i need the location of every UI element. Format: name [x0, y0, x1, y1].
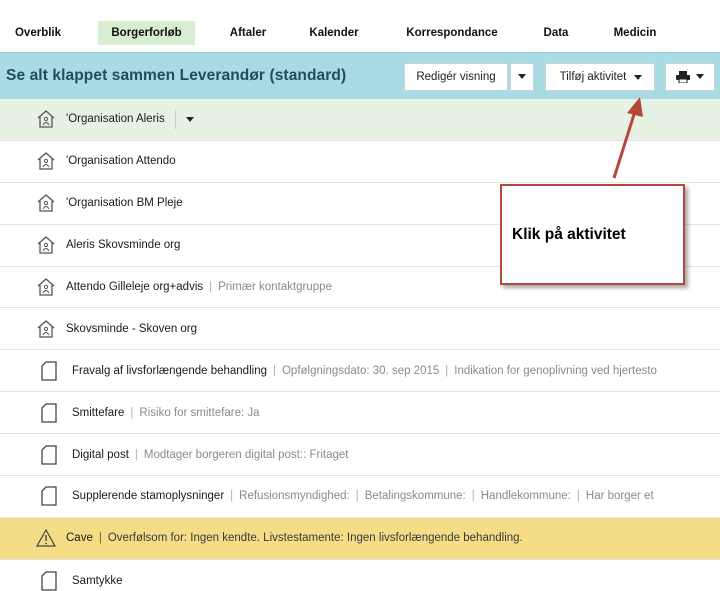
row-dropdown-button[interactable] — [174, 109, 194, 130]
list-item-meta: Betalingskommune: — [364, 490, 466, 503]
list-item[interactable]: 'Organisation Attendo — [0, 141, 720, 183]
list-item-title: 'Organisation Attendo — [66, 155, 176, 168]
house-icon — [35, 108, 57, 130]
warning-icon — [35, 527, 57, 549]
list-item[interactable]: Cave | Overfølsom for: Ingen kendte. Liv… — [0, 517, 720, 560]
house-icon — [35, 318, 57, 340]
tab-data[interactable]: Data — [535, 21, 577, 45]
list-item[interactable]: Samtykke — [0, 560, 720, 591]
list-item-meta: Primær kontaktgruppe — [218, 281, 332, 293]
document-icon — [38, 570, 60, 591]
edit-view-button[interactable]: Redigér visning — [404, 63, 508, 91]
list-item-title: Attendo Gilleleje org+advis — [66, 281, 204, 293]
list-item-title: Aleris Skovsminde org — [66, 239, 181, 252]
list-item-title: Supplerende stamoplysninger — [72, 490, 225, 503]
chevron-down-icon — [518, 74, 526, 80]
separator: | — [576, 490, 580, 503]
list-item-title: Cave — [66, 532, 93, 545]
list-item-meta: Overfølsom for: Ingen kendte. Livstestam… — [107, 532, 523, 545]
list-item-meta: Handlekommune: — [480, 490, 571, 503]
page-title: Se alt klappet sammen Leverandør (standa… — [6, 67, 347, 84]
chevron-down-icon — [696, 74, 705, 80]
list-item[interactable]: Smittefare | Risiko for smittefare: Ja — [0, 392, 720, 435]
list-item[interactable]: Fravalg af livsforlængende behandling | … — [0, 350, 720, 393]
tab-overblik[interactable]: Overblik — [8, 21, 68, 45]
list-item-meta: Opfølgningsdato: 30. sep 2015 — [281, 364, 440, 377]
activity-list: 'Organisation Aleris 'Organisation Atten… — [0, 99, 720, 591]
chevron-down-icon — [185, 116, 194, 122]
instruction-callout: Klik på aktivitet — [500, 184, 685, 285]
tab-medicin[interactable]: Medicin — [605, 21, 665, 45]
edit-view-dropdown-button[interactable] — [510, 63, 534, 91]
list-item-meta: Indikation for genoplivning ved hjertest… — [454, 364, 657, 377]
list-item-meta: Refusionsmyndighed: — [239, 490, 350, 503]
document-icon — [38, 485, 60, 507]
list-item-meta: Har borger et — [585, 490, 654, 503]
list-item-title: Digital post — [72, 448, 129, 461]
printer-icon — [675, 70, 690, 84]
house-icon — [35, 234, 57, 256]
add-activity-label: Tilføj aktivitet — [559, 71, 627, 83]
house-icon — [35, 276, 57, 298]
add-activity-button[interactable]: Tilføj aktivitet — [545, 63, 655, 91]
document-icon — [38, 360, 60, 382]
separator: | — [230, 490, 234, 503]
separator: | — [134, 448, 138, 461]
list-item-title: Samtykke — [72, 574, 123, 587]
list-item[interactable]: Digital post | Modtager borgeren digital… — [0, 434, 720, 477]
list-item-meta: Modtager borgeren digital post:: Fritage… — [143, 448, 349, 461]
list-item[interactable]: 'Organisation Aleris — [0, 99, 720, 141]
separator: | — [209, 281, 213, 293]
separator: | — [355, 490, 359, 503]
list-item-title: Smittefare — [72, 406, 125, 419]
tab-aftaler[interactable]: Aftaler — [220, 21, 276, 45]
list-item-title: Skovsminde - Skoven org — [66, 322, 198, 335]
separator: | — [272, 364, 276, 377]
list-item-title: 'Organisation Aleris — [66, 113, 165, 126]
list-item[interactable]: Supplerende stamoplysninger | Refusionsm… — [0, 476, 720, 518]
list-item[interactable]: Skovsminde - Skoven org — [0, 308, 720, 351]
separator: | — [445, 364, 449, 377]
list-item-title: Fravalg af livsforlængende behandling — [72, 364, 267, 377]
document-icon — [38, 402, 60, 424]
tab-borgerforloeb[interactable]: Borgerforløb — [98, 21, 195, 45]
house-icon — [35, 192, 57, 214]
tab-kalender[interactable]: Kalender — [301, 21, 367, 45]
separator: | — [98, 532, 102, 545]
callout-text: Klik på aktivitet — [512, 226, 626, 243]
view-header: Se alt klappet sammen Leverandør (standa… — [0, 52, 720, 99]
tab-korrespondance[interactable]: Korrespondance — [397, 21, 507, 45]
list-item-title: 'Organisation BM Pleje — [66, 197, 183, 210]
print-button[interactable] — [665, 63, 715, 91]
house-icon — [35, 150, 57, 172]
document-icon — [38, 444, 60, 466]
list-item-meta: Risiko for smittefare: Ja — [139, 406, 260, 419]
chevron-down-icon — [634, 75, 642, 80]
top-navigation: Overblik Borgerforløb Aftaler Kalender K… — [0, 0, 720, 52]
separator: | — [130, 406, 134, 419]
separator: | — [471, 490, 475, 503]
